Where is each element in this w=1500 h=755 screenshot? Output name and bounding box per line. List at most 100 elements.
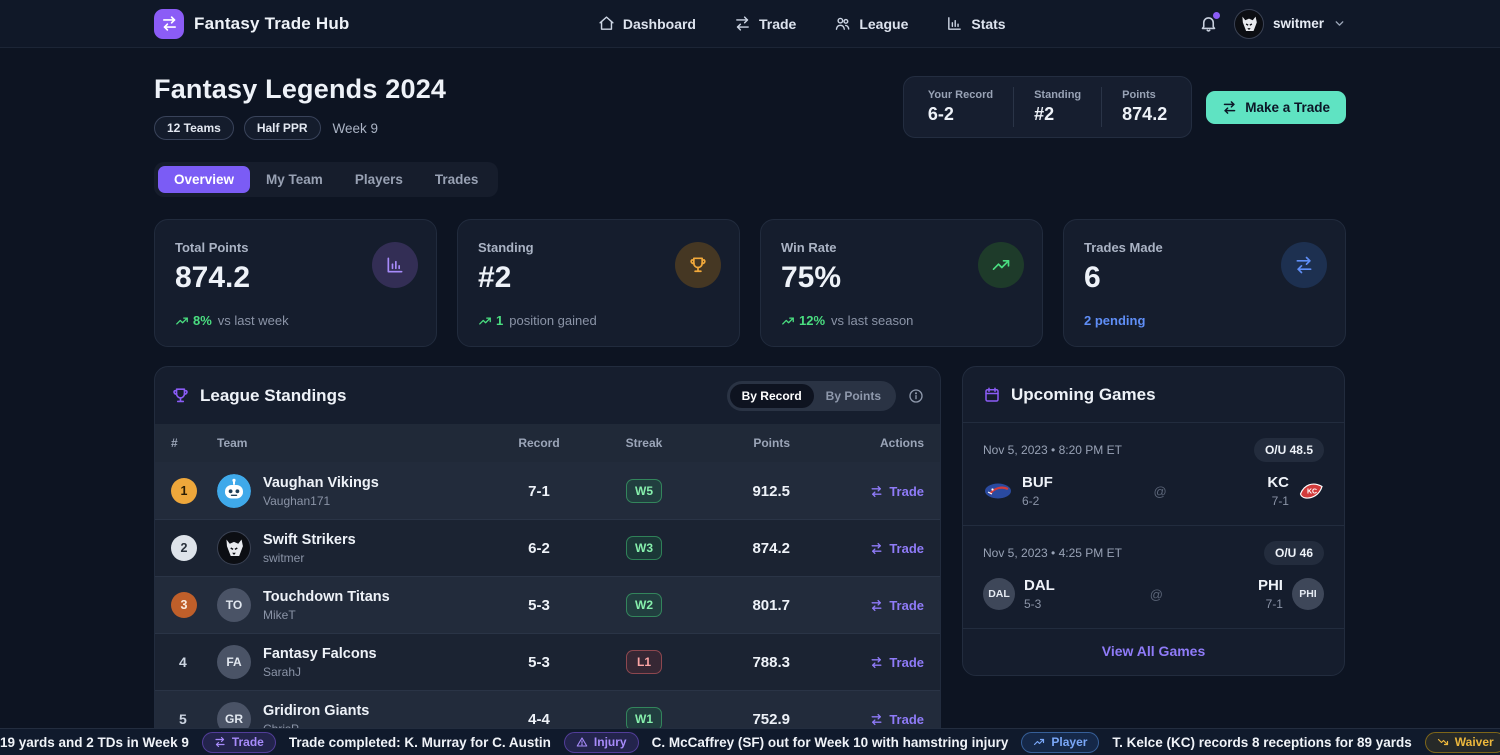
users-icon: [834, 15, 851, 32]
trade-action-button[interactable]: Trade: [824, 712, 924, 727]
league-standings-panel: League Standings By Record By Points # T…: [154, 366, 941, 748]
table-row[interactable]: 3 TO Touchdown Titans MikeT 5-3 W2 801.7…: [155, 576, 940, 633]
nav-label: Trade: [759, 16, 796, 32]
record-value: 6-2: [484, 540, 594, 557]
app-title: Fantasy Trade Hub: [194, 14, 350, 34]
sort-toggle: By Record By Points: [727, 381, 896, 411]
top-navigation: Fantasy Trade Hub Dashboard Trade League…: [0, 0, 1500, 48]
pending-trades-note[interactable]: 2 pending: [1084, 313, 1145, 328]
rank-badge: 2: [171, 535, 197, 561]
badge-label: Waiver: [1455, 735, 1494, 749]
trade-action-button[interactable]: Trade: [824, 598, 924, 613]
at-symbol: @: [1153, 484, 1166, 499]
stat-value: 874.2: [1122, 104, 1167, 125]
team-name: Vaughan Vikings: [263, 475, 379, 491]
teams-badge: 12 Teams: [154, 116, 234, 140]
points-stat: Points 874.2: [1101, 87, 1187, 127]
col-points: Points: [694, 436, 824, 450]
button-label: Make a Trade: [1245, 100, 1330, 115]
nav-label: League: [859, 16, 908, 32]
info-icon[interactable]: [908, 388, 924, 404]
away-team-record: 6-2: [1022, 494, 1053, 508]
player-ticker-badge: Player: [1021, 732, 1099, 753]
rank-badge: 3: [171, 592, 197, 618]
trend-value: 1: [496, 313, 503, 328]
table-row[interactable]: 4 FA Fantasy Falcons SarahJ 5-3 L1 788.3…: [155, 633, 940, 690]
streak-badge: W3: [626, 536, 662, 560]
tab-overview[interactable]: Overview: [158, 166, 250, 193]
record-value: 5-3: [484, 654, 594, 671]
app-logo-swap-icon: [154, 9, 184, 39]
nav-item-dashboard[interactable]: Dashboard: [598, 15, 696, 32]
nav-menu: Dashboard Trade League Stats: [598, 15, 1006, 32]
view-all-games-link[interactable]: View All Games: [1102, 643, 1206, 659]
standing-card: Standing #2 1 position gained: [457, 219, 740, 347]
total-points-card: Total Points 874.2 8% vs last week: [154, 219, 437, 347]
injury-ticker-badge: Injury: [564, 732, 639, 753]
away-team-abbr: BUF: [1022, 474, 1053, 491]
week-label: Week 9: [333, 121, 379, 136]
toggle-by-points[interactable]: By Points: [814, 384, 893, 408]
swap-icon: [870, 485, 883, 498]
stat-cards-row: Total Points 874.2 8% vs last week Stand…: [154, 219, 1346, 347]
table-row[interactable]: 1 Vaughan Vikings Vaughan171 7-1 W5 912.…: [155, 462, 940, 519]
page-header: Fantasy Legends 2024 12 Teams Half PPR W…: [154, 74, 1346, 140]
team-avatar-mascot: [217, 531, 251, 565]
page-title: Fantasy Legends 2024: [154, 74, 446, 105]
at-symbol: @: [1150, 587, 1163, 602]
tab-players[interactable]: Players: [339, 166, 419, 193]
col-streak: Streak: [594, 436, 694, 450]
streak-badge: W2: [626, 593, 662, 617]
trend-up-indicator: 1: [478, 313, 503, 328]
table-row[interactable]: 2 Swift Strikers switmer 6-2 W3 874.2 Tr…: [155, 519, 940, 576]
game-item[interactable]: Nov 5, 2023 • 4:25 PM ET O/U 46 DAL DAL …: [963, 525, 1344, 628]
col-rank: #: [171, 436, 217, 450]
tab-my-team[interactable]: My Team: [250, 166, 339, 193]
rank-badge: 4: [171, 649, 197, 675]
stat-label: Points: [1122, 89, 1167, 101]
make-a-trade-button[interactable]: Make a Trade: [1206, 91, 1346, 124]
stat-value: 6-2: [928, 104, 993, 125]
swap-icon: [870, 713, 883, 726]
team-owner: MikeT: [263, 608, 390, 622]
notifications-bell-icon[interactable]: [1199, 14, 1218, 33]
points-value: 788.3: [694, 654, 824, 671]
points-value: 752.9: [694, 711, 824, 728]
standings-title: League Standings: [200, 386, 346, 406]
tab-trades[interactable]: Trades: [419, 166, 495, 193]
game-date: Nov 5, 2023 • 4:25 PM ET: [983, 546, 1122, 560]
username: switmer: [1273, 16, 1324, 31]
trade-action-button[interactable]: Trade: [824, 484, 924, 499]
nav-item-stats[interactable]: Stats: [946, 15, 1005, 32]
upcoming-games-panel: Upcoming Games Nov 5, 2023 • 8:20 PM ET …: [962, 366, 1345, 676]
toggle-by-record[interactable]: By Record: [730, 384, 814, 408]
chevron-down-icon: [1333, 17, 1346, 30]
news-ticker[interactable]: 19 yards and 2 TDs in Week 9 Trade Trade…: [0, 728, 1500, 755]
your-record-stat: Your Record 6-2: [908, 87, 1013, 127]
trade-action-button[interactable]: Trade: [824, 655, 924, 670]
user-menu[interactable]: switmer: [1234, 9, 1346, 39]
ticker-item-text: T. Kelce (KC) records 8 receptions for 8…: [1112, 735, 1411, 750]
stat-value: #2: [1034, 104, 1081, 125]
notification-dot: [1213, 12, 1220, 19]
swap-icon: [870, 599, 883, 612]
col-team: Team: [217, 436, 484, 450]
game-date: Nov 5, 2023 • 8:20 PM ET: [983, 443, 1122, 457]
nav-item-trade[interactable]: Trade: [734, 15, 796, 32]
trades-made-card: Trades Made 6 2 pending: [1063, 219, 1346, 347]
game-item[interactable]: Nov 5, 2023 • 8:20 PM ET O/U 48.5 BUF 6-…: [963, 423, 1344, 525]
away-team-abbr: DAL: [1024, 577, 1055, 594]
nav-item-league[interactable]: League: [834, 15, 908, 32]
team-name: Gridiron Giants: [263, 703, 369, 719]
trend-up-indicator: 8%: [175, 313, 212, 328]
trade-action-button[interactable]: Trade: [824, 541, 924, 556]
points-value: 874.2: [694, 540, 824, 557]
chiefs-logo: KC: [1298, 480, 1324, 502]
team-avatar-initials: FA: [217, 645, 251, 679]
team-name: Fantasy Falcons: [263, 646, 377, 662]
home-team-abbr: PHI: [1258, 577, 1283, 594]
away-team-record: 5-3: [1024, 597, 1055, 611]
nav-right-cluster: switmer: [1199, 9, 1346, 39]
team-name: Touchdown Titans: [263, 589, 390, 605]
record-value: 5-3: [484, 597, 594, 614]
